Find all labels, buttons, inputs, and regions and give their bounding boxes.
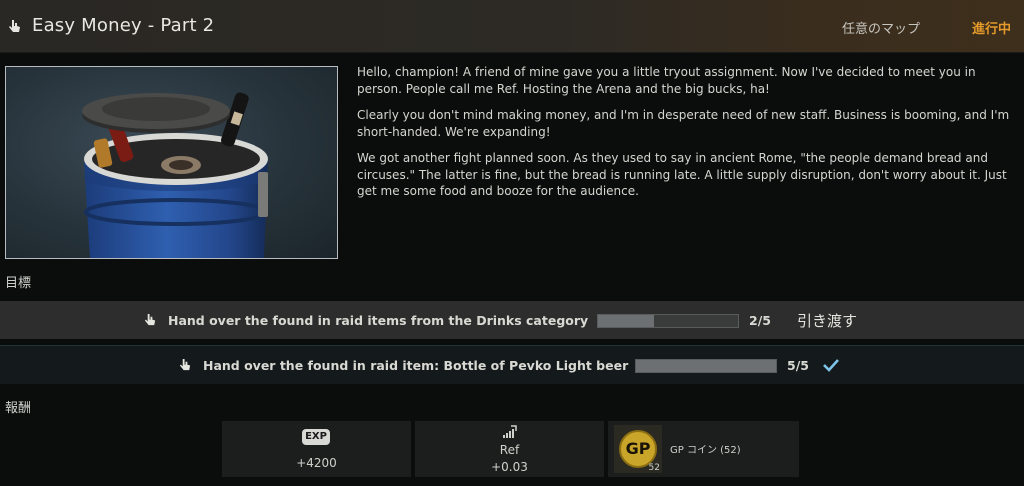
reward-reputation: Ref +0.03 bbox=[415, 421, 604, 477]
objective-count: 5/5 bbox=[787, 357, 809, 373]
reward-item[interactable]: GP 52 GP コイン (52) bbox=[608, 421, 799, 477]
task-header: Easy Money - Part 2 任意のマップ 進行中 bbox=[0, 0, 1024, 53]
description-paragraph: Clearly you don't mind making money, and… bbox=[357, 108, 1010, 139]
objective-text: Hand over the found in raid item: Bottle… bbox=[203, 357, 629, 373]
objectives-label: 目標 bbox=[5, 276, 32, 291]
rewards-label: 報酬 bbox=[5, 401, 32, 416]
hand-pointer-icon bbox=[144, 314, 156, 326]
checkmark-icon bbox=[823, 359, 839, 372]
hand-pointer-icon bbox=[179, 359, 191, 371]
gp-coin-count: 52 bbox=[648, 463, 660, 473]
description-paragraph: Hello, champion! A friend of mine gave y… bbox=[357, 65, 976, 96]
reputation-up-icon bbox=[503, 425, 517, 438]
task-image bbox=[5, 66, 338, 259]
reward-reputation-value: +0.03 bbox=[491, 460, 528, 474]
reward-exp: EXP +4200 bbox=[222, 421, 411, 477]
task-title: Easy Money - Part 2 bbox=[32, 15, 215, 36]
objective-text: Hand over the found in raid items from t… bbox=[168, 312, 589, 328]
hand-over-button[interactable]: 引き渡す bbox=[797, 310, 857, 331]
task-status: 進行中 bbox=[972, 22, 1012, 37]
objective-progress-bar bbox=[597, 314, 739, 328]
exp-icon: EXP bbox=[302, 429, 330, 445]
hand-pointer-icon bbox=[9, 20, 20, 32]
barrel-illustration bbox=[82, 92, 268, 258]
objective-count: 2/5 bbox=[749, 312, 771, 328]
reward-item-label: GP コイン (52) bbox=[670, 445, 741, 456]
objective-progress-bar bbox=[635, 359, 777, 373]
objective-progress-fill bbox=[598, 315, 654, 327]
reward-exp-value: +4200 bbox=[296, 456, 337, 470]
objective-row[interactable]: Hand over the found in raid item: Bottle… bbox=[0, 345, 1024, 384]
gp-coin-icon: GP 52 bbox=[614, 425, 662, 473]
task-map: 任意のマップ bbox=[842, 22, 921, 37]
task-description: Hello, champion! A friend of mine gave y… bbox=[357, 64, 1017, 210]
objective-row[interactable]: Hand over the found in raid items from t… bbox=[0, 301, 1024, 339]
objective-progress-fill bbox=[636, 360, 776, 372]
description-paragraph: We got another fight planned soon. As th… bbox=[357, 151, 1007, 198]
reward-trader-name: Ref bbox=[499, 443, 520, 457]
